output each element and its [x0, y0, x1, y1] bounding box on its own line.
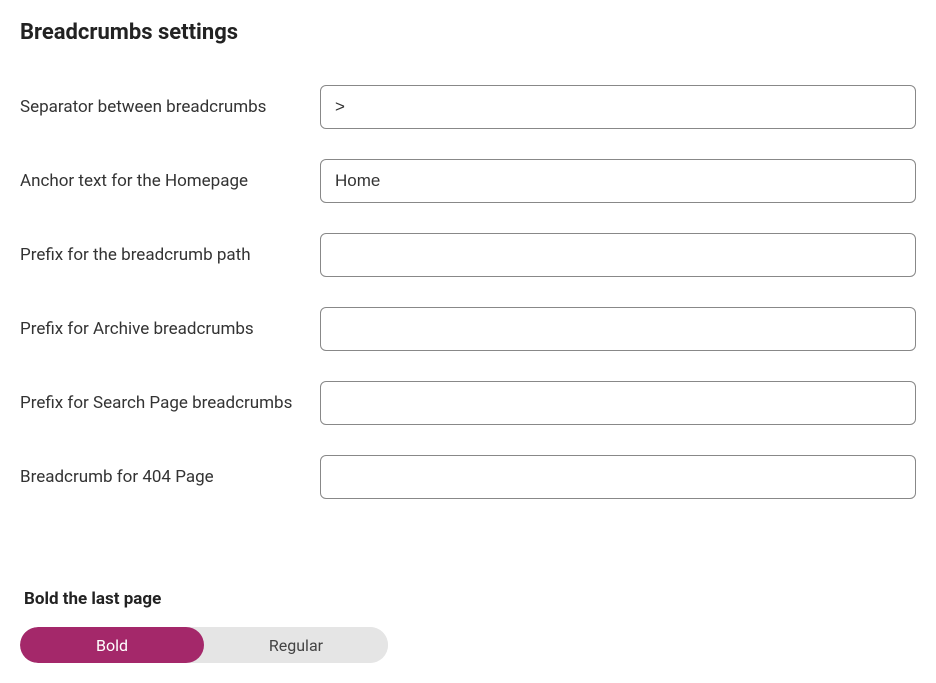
- label-breadcrumb-404: Breadcrumb for 404 Page: [20, 455, 320, 491]
- row-prefix-archive: Prefix for Archive breadcrumbs: [20, 307, 916, 351]
- label-prefix-archive: Prefix for Archive breadcrumbs: [20, 307, 320, 343]
- label-anchor-home: Anchor text for the Homepage: [20, 159, 320, 195]
- input-prefix-archive[interactable]: [320, 307, 916, 351]
- page-title: Breadcrumbs settings: [20, 20, 916, 45]
- bold-last-page-label: Bold the last page: [20, 589, 916, 609]
- input-breadcrumb-404[interactable]: [320, 455, 916, 499]
- input-prefix-path[interactable]: [320, 233, 916, 277]
- row-anchor-home: Anchor text for the Homepage: [20, 159, 916, 203]
- toggle-regular-button[interactable]: Regular: [204, 627, 388, 663]
- bold-toggle-group: Bold Regular: [20, 627, 388, 663]
- bold-last-page-section: Bold the last page Bold Regular: [20, 589, 916, 663]
- row-prefix-path: Prefix for the breadcrumb path: [20, 233, 916, 277]
- input-separator[interactable]: [320, 85, 916, 129]
- input-prefix-search[interactable]: [320, 381, 916, 425]
- input-anchor-home[interactable]: [320, 159, 916, 203]
- row-breadcrumb-404: Breadcrumb for 404 Page: [20, 455, 916, 499]
- form-section: Separator between breadcrumbs Anchor tex…: [20, 85, 916, 539]
- label-prefix-path: Prefix for the breadcrumb path: [20, 233, 320, 269]
- row-separator: Separator between breadcrumbs: [20, 85, 916, 129]
- toggle-bold-button[interactable]: Bold: [20, 627, 204, 663]
- label-separator: Separator between breadcrumbs: [20, 85, 320, 121]
- label-prefix-search: Prefix for Search Page breadcrumbs: [20, 381, 320, 417]
- row-prefix-search: Prefix for Search Page breadcrumbs: [20, 381, 916, 425]
